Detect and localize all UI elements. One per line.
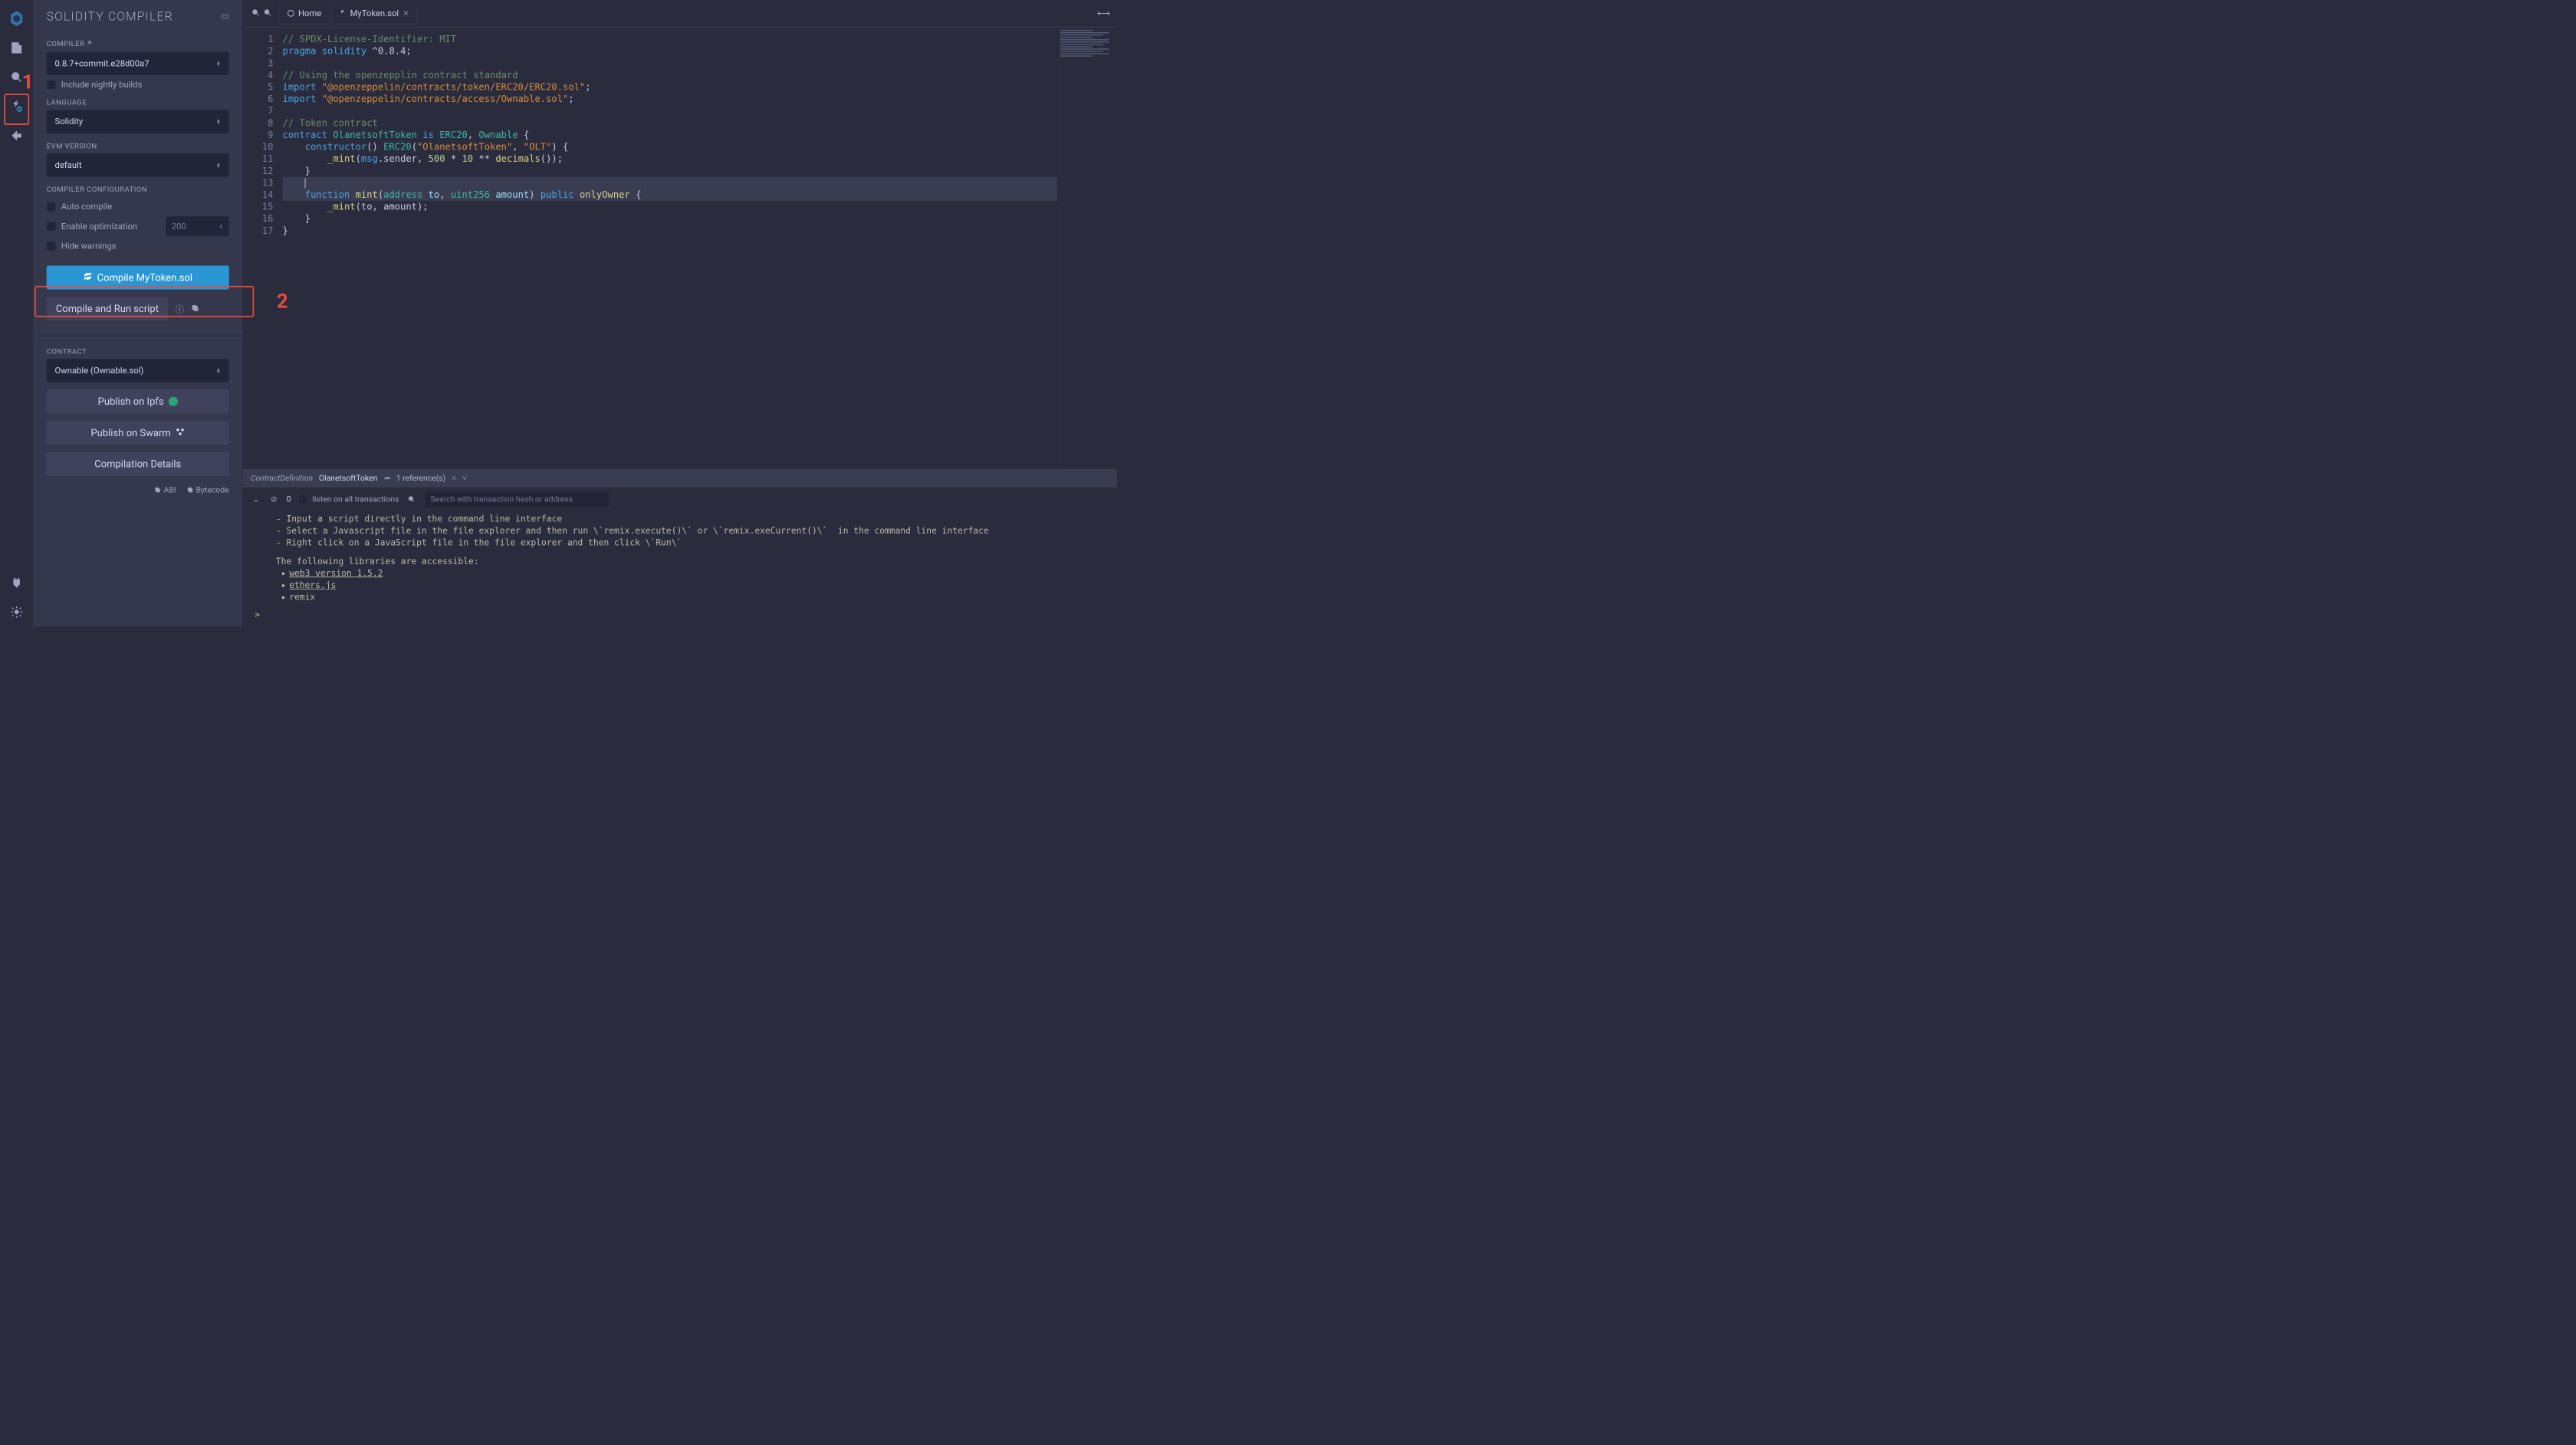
compile-button[interactable]: Compile MyToken.sol [47, 265, 229, 289]
code-editor[interactable]: 1234567891011121314151617 // SPDX-Licens… [243, 28, 1117, 469]
hide-warnings-checkbox[interactable]: Hide warnings [47, 241, 229, 251]
publish-ipfs-button[interactable]: Publish on Ipfs [47, 389, 229, 413]
evm-version-label: EVM VERSION [47, 142, 229, 150]
line-gutter: 1234567891011121314151617 [243, 28, 283, 469]
terminal-output[interactable]: - Input a script directly in the command… [243, 511, 1117, 607]
tab-mytoken[interactable]: MyToken.sol ✕ [331, 2, 417, 24]
panel-title: SOLIDITY COMPILER [47, 9, 173, 23]
compiler-icon[interactable] [5, 94, 28, 118]
chevron-down-icon[interactable]: ˅ [462, 473, 467, 483]
main-column: Home MyToken.sol ✕ ⟷ 1234567891011121314… [243, 0, 1117, 626]
zoom-out-icon[interactable] [251, 8, 260, 18]
copy-icon[interactable] [191, 304, 199, 314]
terminal-prompt[interactable]: > [243, 607, 1117, 626]
bytecode-copy[interactable]: Bytecode [187, 485, 229, 494]
expand-horizontal-icon[interactable]: ⟷ [1090, 8, 1117, 18]
compiler-version-select[interactable]: 0.8.7+commit.e28d00a7 ▲▼ [47, 52, 229, 75]
close-icon[interactable]: ✕ [402, 9, 409, 18]
references-bar: ContractDefinition OlanetsoftToken ➦ 1 r… [243, 469, 1117, 487]
terminal-panel: ⌄ ⊘ 0 listen on all transactions Search … [243, 487, 1117, 626]
code-content[interactable]: // SPDX-License-Identifier: MITpragma so… [283, 28, 1057, 469]
language-select[interactable]: Solidity ▲▼ [47, 110, 229, 133]
optimization-runs-input[interactable]: 200 ▲▼ [166, 216, 228, 236]
remix-logo-icon[interactable] [5, 7, 28, 31]
home-icon [288, 10, 294, 17]
chevron-up-icon[interactable]: ˄ [452, 473, 456, 483]
listen-all-tx-checkbox[interactable]: listen on all transactions [298, 494, 399, 504]
abi-copy[interactable]: ABI [154, 485, 176, 494]
deploy-icon[interactable] [5, 123, 28, 147]
contract-label: CONTRACT [47, 347, 229, 356]
auto-compile-checkbox[interactable]: Auto compile [47, 202, 229, 212]
compile-and-run-button[interactable]: Compile and Run script [47, 297, 168, 320]
jump-to-icon[interactable]: ➦ [383, 473, 390, 482]
icon-rail [0, 0, 33, 626]
compile-refresh-icon [83, 271, 92, 284]
compiler-label: COMPILER 🡵 [47, 38, 229, 48]
pending-tx-count: 0 [287, 494, 291, 504]
external-link-icon[interactable]: 🡵 [87, 38, 92, 48]
compilation-details-button[interactable]: Compilation Details [47, 452, 229, 476]
plugin-manager-icon[interactable] [5, 570, 28, 594]
info-icon[interactable]: ⓘ [176, 303, 184, 315]
evm-version-select[interactable]: default ▲▼ [47, 153, 229, 176]
editor-tabs: Home MyToken.sol ✕ ⟷ [243, 0, 1117, 28]
settings-icon[interactable] [5, 600, 28, 624]
terminal-clear-icon[interactable]: ⊘ [268, 494, 279, 504]
terminal-collapse-icon[interactable]: ⌄ [251, 494, 261, 504]
file-explorer-icon[interactable] [5, 36, 28, 60]
publish-swarm-button[interactable]: Publish on Swarm [47, 421, 229, 445]
minimap[interactable] [1057, 28, 1117, 469]
panel-collapse-icon[interactable]: ▭ [221, 11, 229, 21]
enable-optimization-checkbox[interactable]: Enable optimization [47, 222, 137, 232]
solidity-file-icon [340, 8, 347, 18]
contract-select[interactable]: Ownable (Ownable.sol) ▲▼ [47, 359, 229, 382]
search-icon[interactable] [5, 65, 28, 89]
terminal-search-input[interactable]: Search with transaction hash or address [424, 491, 610, 508]
language-label: LANGUAGE [47, 98, 229, 107]
terminal-search-icon[interactable] [406, 494, 417, 504]
compiler-config-label: COMPILER CONFIGURATION [47, 186, 229, 194]
zoom-in-icon[interactable] [263, 8, 271, 18]
include-nightly-checkbox[interactable]: Include nightly builds [47, 80, 229, 90]
ipfs-icon [169, 397, 178, 406]
tab-home[interactable]: Home [279, 2, 330, 24]
solidity-compiler-panel: SOLIDITY COMPILER ▭ COMPILER 🡵 0.8.7+com… [33, 0, 242, 626]
swarm-icon [176, 427, 185, 439]
